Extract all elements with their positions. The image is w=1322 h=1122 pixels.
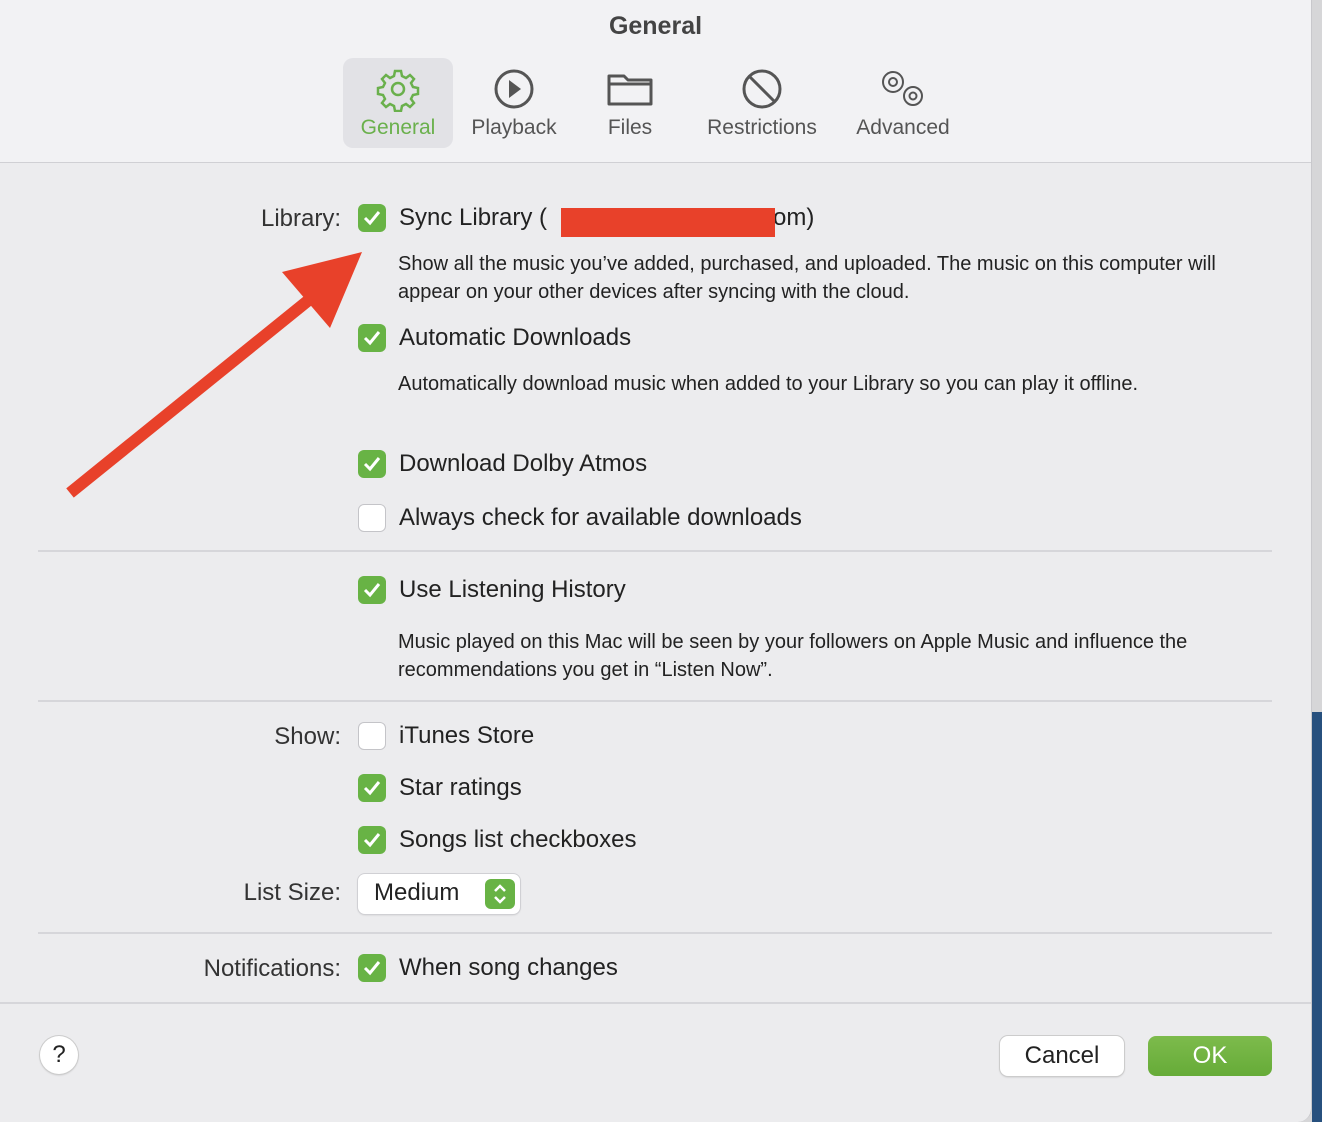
desktop-background (1312, 712, 1322, 1122)
preferences-window: General General Playback Files Restricti… (0, 0, 1312, 1122)
annotation-arrow (66, 252, 362, 498)
